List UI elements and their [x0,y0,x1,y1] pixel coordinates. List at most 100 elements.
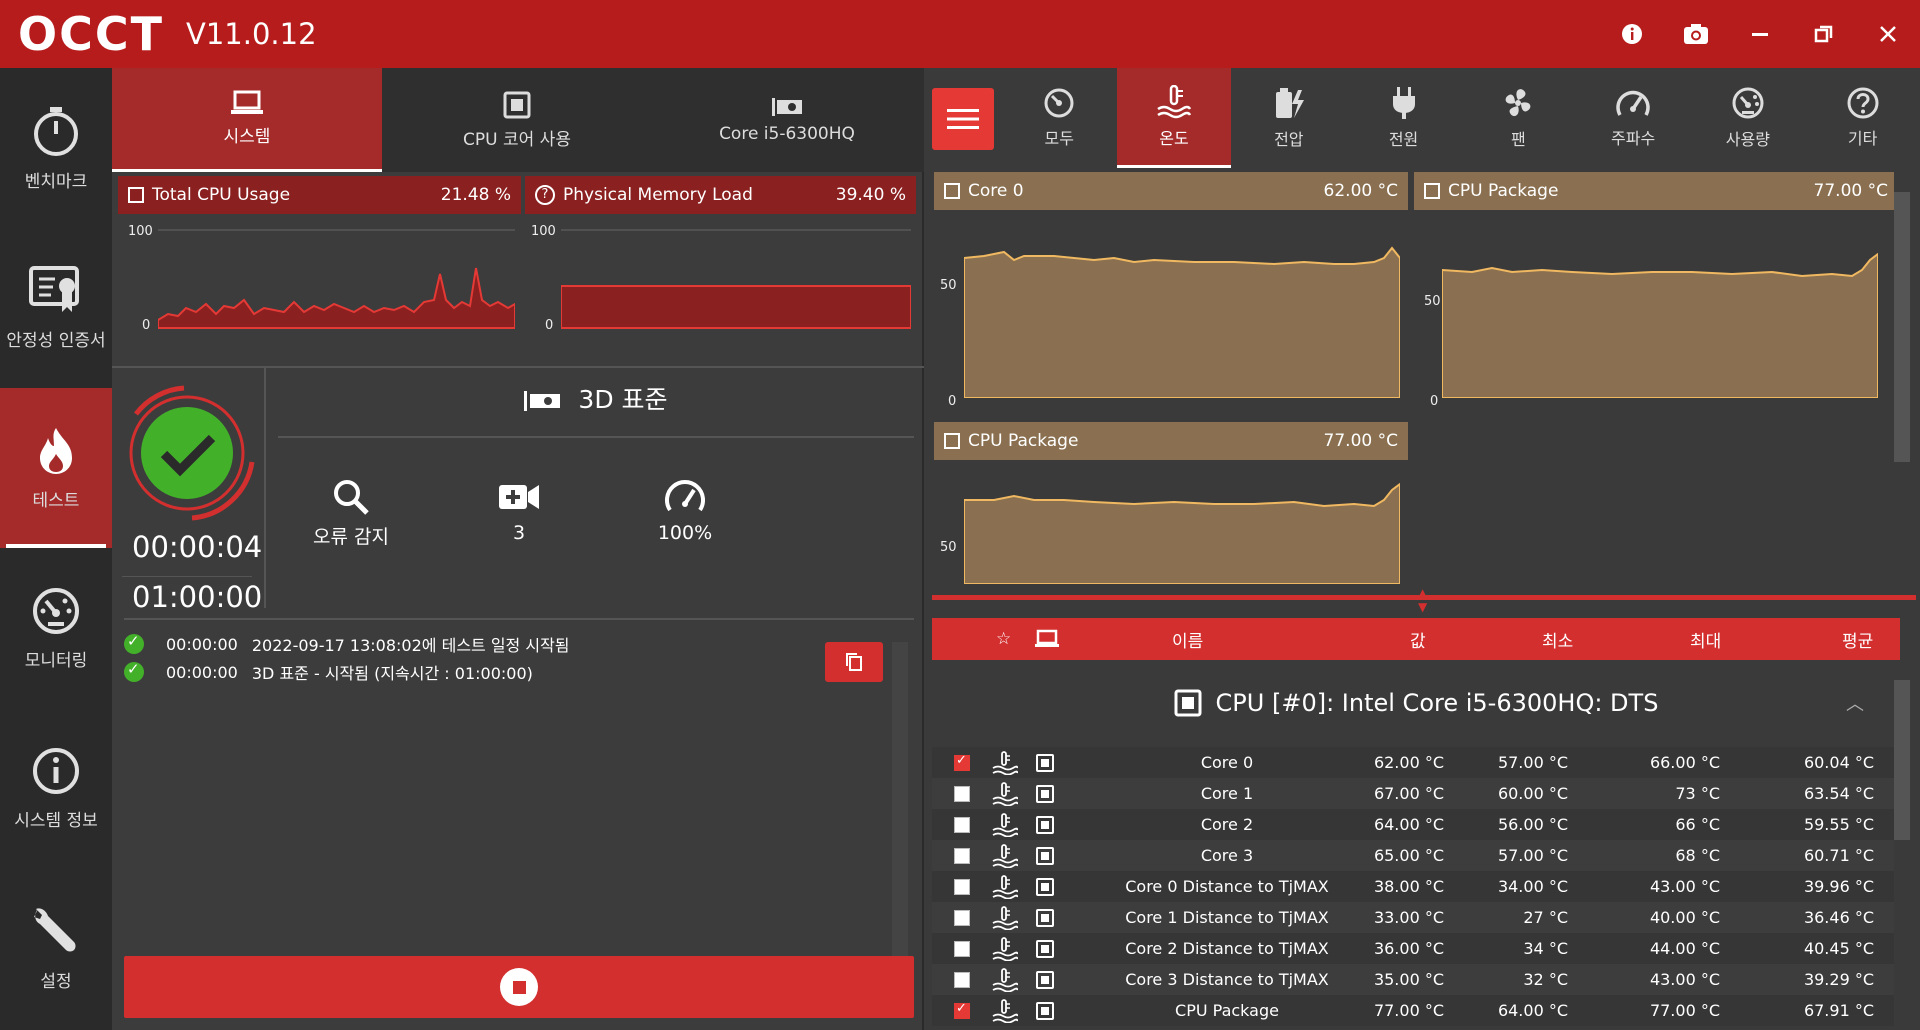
thermometer-icon [992,813,1018,837]
stop-test-button[interactable] [124,956,914,1018]
splitter-handle-icon[interactable]: ▼ [1418,600,1427,614]
sensor-row[interactable]: Core 0 Distance to TjMAX 38.00 °C 34.00 °C… [932,871,1900,902]
sensor-row[interactable]: CPU Package77.00 °C64.00 °C77.00 °C67.91… [932,995,1900,1026]
tab-cpu-core-usage[interactable]: CPU 코어 사용 [382,68,652,172]
tab-power[interactable]: 전원 [1346,68,1461,168]
thermometer-icon [992,844,1018,868]
star-icon[interactable]: ☆ [996,629,1011,649]
cpu-icon [1036,785,1054,803]
thermometer-icon [992,999,1018,1023]
column-avg[interactable]: 평균 [1842,627,1873,652]
sidebar-item-monitoring[interactable]: 모니터링 [0,548,112,708]
restore-icon[interactable] [1792,0,1856,68]
sensor-checkbox[interactable] [954,753,970,771]
menu-button[interactable] [932,88,994,150]
close-icon[interactable] [1856,0,1920,68]
y-min-label: 0 [142,318,151,333]
hamburger-icon [946,109,979,129]
minimize-icon[interactable] [1728,0,1792,68]
sensor-checkbox[interactable] [954,816,970,833]
sensor-row[interactable]: Core 3 Distance to TjMAX 35.00 °C 32 °C 43.… [932,964,1900,995]
info-icon[interactable] [1600,0,1664,68]
copy-log-button[interactable] [825,642,883,682]
sensor-checkbox[interactable] [954,878,970,895]
error-detection: 오류 감지 [286,478,416,549]
cpu-icon [503,91,531,118]
sensor-tabs: 모두 온도 전압 전원 팬 주파수 사용량 기타 [924,68,1920,172]
tab-label: 사용량 [1725,130,1770,149]
sensor-checkbox[interactable] [954,1001,970,1019]
splitter-handle-icon[interactable]: ▲ [1418,586,1427,600]
sensor-row[interactable]: Core 062.00 °C57.00 °C66.00 °C60.04 °C [932,747,1900,778]
column-name[interactable]: 이름 [1172,627,1203,652]
column-value[interactable]: 값 [1410,627,1426,652]
charts-scrollbar[interactable] [1894,172,1910,592]
y-mid-label: 50 [940,278,957,293]
chevron-up-icon[interactable]: ︿ [1846,690,1864,716]
tab-gpu[interactable]: Core i5-6300HQ [652,68,922,172]
test-panel: 시스템 CPU 코어 사용 Core i5-6300HQ Total CPU U… [112,68,924,1030]
sensor-checkbox[interactable] [954,847,970,864]
sensor-avg: 36.46 °C [1803,908,1874,927]
tab-fan[interactable]: 팬 [1461,68,1576,168]
camera-icon[interactable] [1664,0,1728,68]
thermometer-icon [992,968,1018,992]
thermometer-icon [992,937,1018,961]
app-logo: OCCT [18,7,164,61]
sensor-row[interactable]: Core 2 Distance to TjMAX 36.00 °C 34 °C 44.… [932,933,1900,964]
cpu-icon [1036,847,1054,865]
stop-icon [500,968,538,1006]
tab-other[interactable]: 기타 [1805,68,1920,168]
tab-usage[interactable]: 사용량 [1690,68,1805,168]
chart-title: Total CPU Usage [152,185,291,205]
plug-icon [1392,87,1415,119]
tab-label: 전원 [1388,130,1419,149]
sidebar-label: 안정성 인증서 [6,330,106,351]
gauge-icon [33,587,79,634]
chart-title: Physical Memory Load [563,185,753,205]
sensor-row[interactable]: Core 2 64.00 °C 56.00 °C 66 °C 59.55 °C [932,809,1900,840]
cpu-icon [1036,816,1054,834]
sensor-checkbox[interactable] [954,940,970,957]
sensor-checkbox[interactable] [954,971,970,988]
sensor-row[interactable]: Core 1 67.00 °C 60.00 °C 73 °C 63.54 °C [932,778,1900,809]
tab-label: 모두 [1044,129,1074,148]
sidebar-item-test[interactable]: 테스트 [0,388,112,548]
sidebar-item-certificate[interactable]: 안정성 인증서 [0,228,112,388]
stat-label: 오류 감지 [313,526,389,548]
sidebar-item-settings[interactable]: 설정 [0,868,112,1028]
column-max[interactable]: 최대 [1690,627,1721,652]
tab-frequency[interactable]: 주파수 [1576,68,1691,168]
cpu-usage-graph [158,229,515,329]
wrench-icon [34,907,76,951]
sensor-group-header[interactable]: CPU [#0]: Intel Core i5-6300HQ: DTS ︿ [932,668,1900,738]
sensor-avg: 60.04 °C [1803,753,1874,772]
log-scrollbar[interactable] [892,642,908,986]
y-max-label: 100 [531,224,556,239]
title-bar: OCCT V11.0.12 [0,0,1920,68]
stopwatch-icon [34,106,78,156]
sensor-row[interactable]: Core 3 65.00 °C 57.00 °C 68 °C 60.71 °C [932,840,1900,871]
sensor-checkbox[interactable] [954,909,970,926]
test-info: 3D 표준 오류 감지 3 100% [264,368,924,608]
tab-label: Core i5-6300HQ [719,124,855,144]
sidebar-item-benchmark[interactable]: 벤치마크 [0,68,112,228]
tab-all[interactable]: 모두 [1002,68,1117,168]
sensor-row[interactable]: Core 1 Distance to TjMAX 33.00 °C 27 °C 40.… [932,902,1900,933]
sidebar: 벤치마크 안정성 인증서 테스트 모니터링 시스템 정보 설정 [0,68,112,1030]
y-min-label: 0 [1430,394,1439,409]
tab-voltage[interactable]: 전압 [1231,68,1346,168]
tab-temperature[interactable]: 온도 [1116,68,1232,168]
table-scrollbar[interactable] [1894,664,1910,1030]
chart-header: CPU Package 77.00 °C [1414,172,1898,210]
tab-system[interactable]: 시스템 [112,68,382,172]
column-min[interactable]: 최소 [1542,627,1573,652]
scroll-thumb[interactable] [1894,192,1910,462]
chart-value: 77.00 °C [1323,431,1398,451]
sidebar-item-system-info[interactable]: 시스템 정보 [0,708,112,868]
cpu-icon [1424,183,1440,199]
laptop-icon[interactable] [1034,629,1060,649]
sensor-checkbox[interactable] [954,785,970,802]
scroll-thumb[interactable] [1894,680,1910,840]
thermometer-icon [992,782,1018,806]
